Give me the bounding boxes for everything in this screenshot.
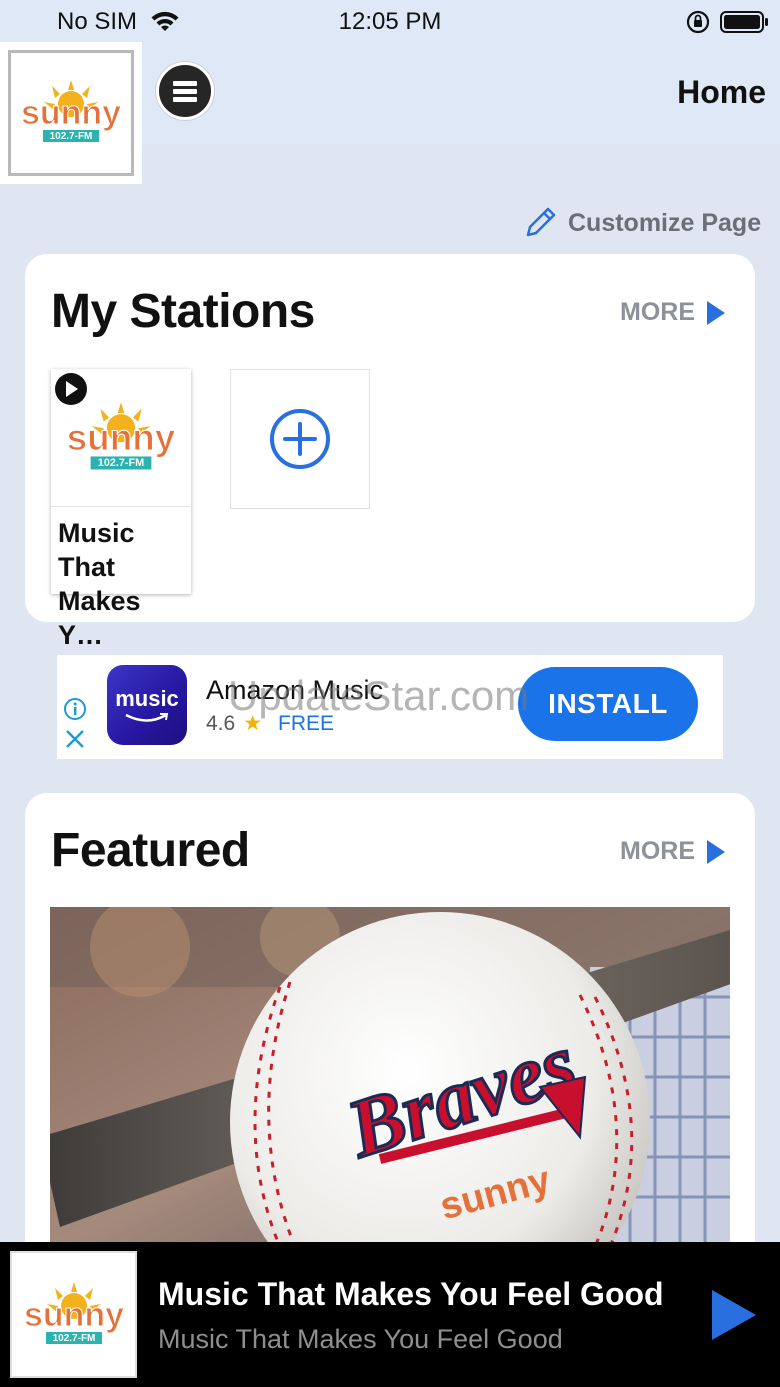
close-icon[interactable] — [63, 727, 87, 756]
station-tile[interactable]: sunny 102.7-FM Music That Makes Y… — [51, 369, 191, 650]
menu-button[interactable] — [156, 62, 214, 120]
svg-text:102.7-FM: 102.7-FM — [98, 457, 144, 469]
my-stations-card: My Stations MORE sunny 102.7-FM Music Th… — [25, 254, 755, 650]
play-arrow-icon — [707, 839, 725, 864]
add-station-button[interactable] — [230, 369, 370, 509]
star-icon: ★ — [243, 712, 263, 735]
station-logo[interactable]: sunny 102.7-FM — [0, 42, 142, 184]
customize-label: Customize Page — [568, 208, 762, 237]
ad-banner[interactable]: music Amazon Music 4.6 ★ FREE INSTALL — [57, 655, 723, 759]
app-icon-label: music — [115, 686, 179, 711]
play-arrow-icon — [707, 300, 725, 325]
svg-text:102.7-FM: 102.7-FM — [50, 131, 93, 142]
play-icon — [712, 1290, 756, 1340]
now-playing-art: sunny 102.7-FM — [10, 1251, 137, 1378]
install-button[interactable]: INSTALL — [518, 667, 698, 741]
svg-text:sunny: sunny — [67, 416, 176, 457]
ad-price: FREE — [278, 711, 335, 735]
sunny-logo-icon: sunny 102.7-FM — [23, 1281, 124, 1344]
featured-title: Featured — [51, 824, 250, 877]
plus-circle-icon — [270, 409, 330, 469]
my-stations-more-button[interactable]: MORE — [620, 298, 725, 327]
play-button[interactable] — [708, 1288, 758, 1347]
play-icon[interactable] — [55, 373, 87, 405]
more-label: MORE — [620, 837, 695, 865]
sunny-logo-icon: sunny 102.7-FM — [20, 80, 122, 142]
status-bar: No SIM 12:05 PM — [0, 0, 780, 44]
pencil-icon — [526, 207, 556, 237]
now-playing-title: Music That Makes You Feel Good — [158, 1276, 664, 1312]
my-stations-title: My Stations — [51, 285, 315, 338]
customize-page-link[interactable]: Customize Page — [522, 205, 761, 241]
svg-text:sunny: sunny — [21, 94, 121, 132]
sunny-logo-icon: sunny 102.7-FM — [66, 401, 176, 469]
station-name: Music That Makes Y… — [58, 518, 141, 650]
hamburger-icon — [173, 81, 197, 102]
ad-rating: 4.6 — [206, 711, 236, 735]
now-playing-bar[interactable]: sunny 102.7-FM Music That Makes You Feel… — [0, 1242, 780, 1387]
clock: 12:05 PM — [338, 8, 442, 35]
featured-more-button[interactable]: MORE — [620, 837, 725, 866]
page-title: Home — [677, 74, 766, 110]
featured-image[interactable]: Braves sunny — [50, 907, 730, 1247]
ad-app-name: Amazon Music — [206, 675, 384, 705]
battery-icon — [720, 10, 770, 39]
more-label: MORE — [620, 298, 695, 326]
now-playing-subtitle: Music That Makes You Feel Good — [158, 1324, 563, 1354]
featured-card: Featured MORE Braves sunny — [25, 793, 755, 1263]
amazon-music-app-icon: music — [107, 665, 187, 745]
svg-text:102.7-FM: 102.7-FM — [52, 1333, 95, 1344]
info-icon[interactable] — [63, 697, 87, 726]
orientation-lock-icon — [686, 10, 710, 39]
svg-text:sunny: sunny — [23, 1296, 123, 1334]
